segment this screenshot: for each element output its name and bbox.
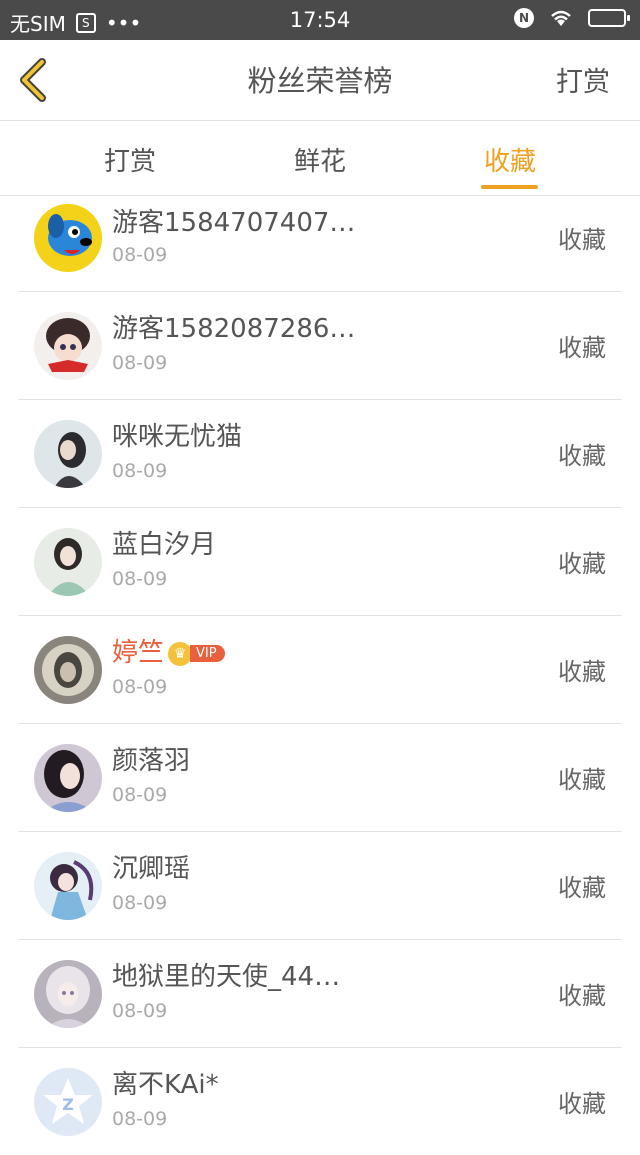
- fan-date: 08-09: [112, 460, 168, 482]
- anime-avatar: [34, 960, 102, 1028]
- favorite-label: 收藏: [558, 226, 606, 254]
- tab-reward[interactable]: 打赏: [70, 141, 190, 178]
- page-title: 粉丝荣誉榜: [247, 64, 393, 98]
- list-item[interactable]: 颜落羽 08-09 收藏: [18, 724, 622, 832]
- list-item[interactable]: 游客1582087286… 08-09 收藏: [18, 292, 622, 400]
- fan-date: 08-09: [112, 352, 168, 374]
- fan-date: 08-09: [112, 1000, 168, 1022]
- default-qq-avatar: Z: [34, 1068, 102, 1136]
- list-item[interactable]: 蓝白汐月 08-09 收藏: [18, 508, 622, 616]
- favorite-label: 收藏: [558, 766, 606, 794]
- reward-button[interactable]: 打赏: [556, 60, 610, 99]
- tab-flowers[interactable]: 鲜花: [260, 141, 380, 178]
- photo-avatar: [34, 744, 102, 812]
- fan-name: 咪咪无忧猫: [112, 422, 243, 452]
- fan-name: 游客1584707407…: [112, 208, 356, 238]
- fan-date: 08-09: [112, 676, 168, 698]
- favorite-label: 收藏: [558, 982, 606, 1010]
- fan-date: 08-09: [112, 568, 168, 590]
- photo-avatar: [34, 528, 102, 596]
- favorite-label: 收藏: [558, 874, 606, 902]
- fan-date: 08-09: [112, 1108, 168, 1130]
- list-item[interactable]: 咪咪无忧猫 08-09 收藏: [18, 400, 622, 508]
- favorite-label: 收藏: [558, 550, 606, 578]
- list-item[interactable]: Z 离不KAi* 08-09 收藏: [18, 1048, 622, 1155]
- list-item[interactable]: 沉卿瑶 08-09 收藏: [18, 832, 622, 940]
- fan-name: 颜落羽: [112, 746, 191, 776]
- nfc-icon: N: [514, 8, 534, 28]
- photo-avatar: [34, 420, 102, 488]
- list-item[interactable]: 游客1584707407… 08-09 收藏: [18, 196, 622, 292]
- active-tab-indicator: [481, 185, 538, 189]
- fan-date: 08-09: [112, 784, 168, 806]
- vip-label: VIP: [190, 645, 225, 662]
- nav-header: 粉丝荣誉榜 打赏: [0, 40, 640, 121]
- crown-icon: ♛: [168, 641, 193, 666]
- photo-avatar: [34, 852, 102, 920]
- anime-character-avatar: [34, 312, 102, 380]
- fan-name: 地狱里的天使_44…: [112, 962, 341, 992]
- tab-favorites[interactable]: 收藏: [450, 141, 570, 178]
- status-bar: 无SIM S ••• 17:54 N: [0, 0, 640, 40]
- favorite-label: 收藏: [558, 658, 606, 686]
- svg-text:Z: Z: [62, 1095, 74, 1114]
- favorite-label: 收藏: [558, 334, 606, 362]
- fan-name: 沉卿瑶: [112, 854, 191, 884]
- fan-name: 离不KAi*: [112, 1070, 219, 1100]
- fan-list: 游客1584707407… 08-09 收藏 游客1582087286… 08-…: [0, 196, 640, 1155]
- photo-avatar: [34, 636, 102, 704]
- fan-date: 08-09: [112, 892, 168, 914]
- tab-bar: 打赏 鲜花 收藏: [0, 121, 640, 196]
- cartoon-dog-avatar: [34, 204, 102, 272]
- list-item[interactable]: 婷竺 ♛ VIP 08-09 收藏: [18, 616, 622, 724]
- fan-date: 08-09: [112, 244, 168, 266]
- favorite-label: 收藏: [558, 1090, 606, 1118]
- wifi-icon: [551, 10, 571, 26]
- battery-icon: [588, 9, 630, 27]
- favorite-label: 收藏: [558, 442, 606, 470]
- fan-name: 蓝白汐月: [112, 530, 217, 560]
- vip-badge: ♛ VIP: [168, 641, 225, 666]
- fan-name: 游客1582087286…: [112, 314, 356, 344]
- list-item[interactable]: 地狱里的天使_44… 08-09 收藏: [18, 940, 622, 1048]
- fan-name: 婷竺 ♛ VIP: [112, 632, 225, 669]
- fan-name-text: 婷竺: [112, 638, 165, 668]
